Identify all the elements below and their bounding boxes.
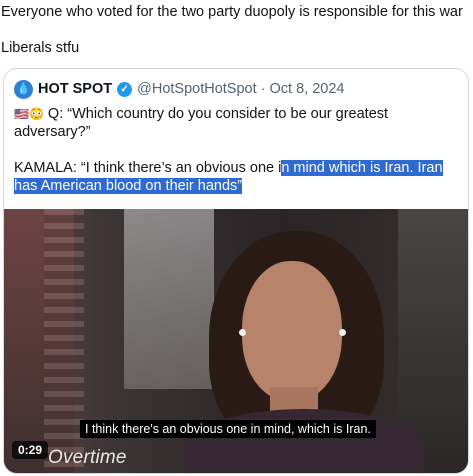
question-text: Q: “Which country do you consider to be … bbox=[14, 106, 389, 140]
author-handle[interactable]: @HotSpotHotSpot bbox=[137, 81, 257, 97]
overtime-logo: Overtime bbox=[48, 447, 127, 468]
video-player[interactable]: I think there's an obvious one in mind, … bbox=[4, 209, 468, 473]
flag-background bbox=[44, 209, 84, 473]
speaker-body bbox=[184, 409, 424, 473]
us-flag-emoji: 🇺🇸 bbox=[14, 107, 29, 121]
quoted-post-header: 💧 HOT SPOT ✓ @HotSpotHotSpot · Oct 8, 20… bbox=[14, 79, 344, 99]
question-line: 🇺🇸😳 Q: “Which country do you consider to… bbox=[14, 105, 460, 141]
video-subtitle: I think there's an obvious one in mind, … bbox=[80, 420, 376, 438]
verified-badge-icon[interactable]: ✓ bbox=[117, 81, 133, 97]
post-date[interactable]: Oct 8, 2024 bbox=[269, 81, 344, 97]
video-duration-badge[interactable]: 0:29 bbox=[12, 441, 49, 459]
author-display-name[interactable]: HOT SPOT bbox=[38, 81, 112, 97]
water-drop-icon[interactable]: 💧 bbox=[14, 79, 33, 99]
answer-line: KAMALA: “I think there’s an obvious one … bbox=[14, 159, 460, 195]
post-text-line-2: Liberals stfu bbox=[1, 40, 80, 56]
answer-text-plain: KAMALA: “I think there’s an obvious one … bbox=[14, 160, 282, 176]
quoted-post-card[interactable]: 💧 HOT SPOT ✓ @HotSpotHotSpot · Oct 8, 20… bbox=[3, 68, 469, 474]
earring-left bbox=[239, 329, 246, 336]
earring-right bbox=[339, 329, 346, 336]
dot-separator: · bbox=[260, 81, 266, 97]
window-background bbox=[124, 209, 214, 389]
flushed-face-emoji: 😳 bbox=[28, 107, 44, 121]
speaker-face bbox=[242, 261, 342, 401]
post-text-line-1: Everyone who voted for the two party duo… bbox=[1, 4, 463, 20]
quoted-post-text: 🇺🇸😳 Q: “Which country do you consider to… bbox=[14, 105, 460, 195]
